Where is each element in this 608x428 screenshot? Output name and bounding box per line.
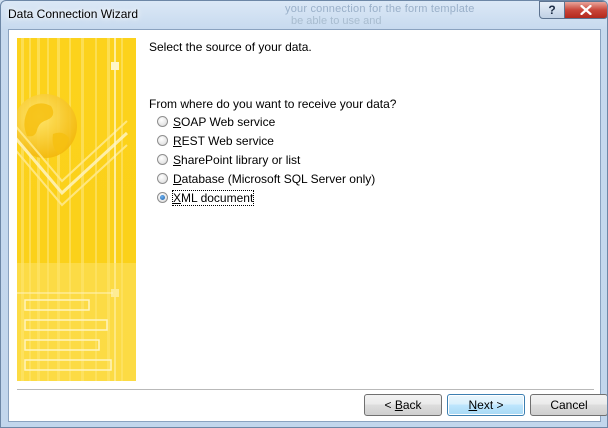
source-question: From where do you want to receive your d… <box>149 97 397 111</box>
option-soap-web-service[interactable]: SOAP Web service <box>157 112 375 131</box>
radio-soap[interactable] <box>157 116 168 127</box>
option-sharepoint-library[interactable]: SharePoint library or list <box>157 150 375 169</box>
window-title: Data Connection Wizard <box>8 7 139 21</box>
close-icon <box>580 5 592 15</box>
option-label: REST Web service <box>173 133 274 148</box>
radio-database[interactable] <box>157 173 168 184</box>
option-label: Database (Microsoft SQL Server only) <box>173 171 376 186</box>
source-options: SOAP Web service REST Web service ShareP… <box>157 112 375 207</box>
option-database[interactable]: Database (Microsoft SQL Server only) <box>157 169 375 188</box>
button-divider <box>17 389 594 390</box>
help-icon: ? <box>548 3 556 17</box>
option-label: SharePoint library or list <box>173 152 301 167</box>
help-button[interactable]: ? <box>539 1 565 19</box>
wizard-banner-graphic <box>17 38 136 381</box>
back-button[interactable]: < Back <box>364 394 442 416</box>
wizard-window: your connection for the form template be… <box>0 0 608 428</box>
title-bar[interactable]: your connection for the form template be… <box>1 1 607 29</box>
next-button[interactable]: Next > <box>447 394 525 416</box>
radio-sharepoint[interactable] <box>157 154 168 165</box>
wizard-body: Select the source of your data. From whe… <box>8 29 607 422</box>
option-xml-document[interactable]: XML document <box>157 188 375 207</box>
radio-xml[interactable] <box>157 192 168 203</box>
cancel-button[interactable]: Cancel <box>530 394 607 416</box>
close-button[interactable] <box>564 1 607 19</box>
option-rest-web-service[interactable]: REST Web service <box>157 131 375 150</box>
radio-rest[interactable] <box>157 135 168 146</box>
option-label: XML document <box>171 189 255 206</box>
page-heading: Select the source of your data. <box>149 40 312 54</box>
banner-art <box>17 38 136 381</box>
background-window-text-2: be able to use and <box>291 15 382 27</box>
background-window-text: your connection for the form template <box>285 3 475 15</box>
option-label: SOAP Web service <box>173 114 276 129</box>
